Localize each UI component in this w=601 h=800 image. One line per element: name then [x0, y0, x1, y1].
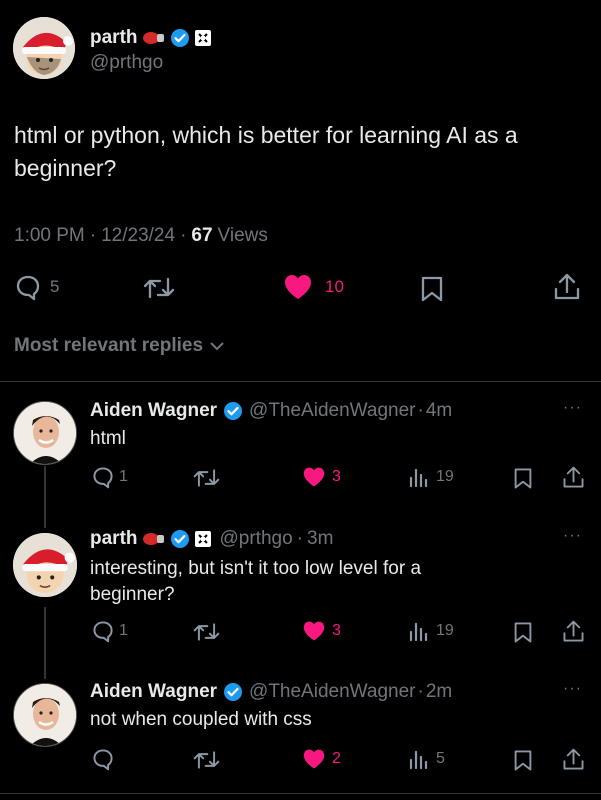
heart-filled-icon: [302, 620, 326, 642]
reply-count: 5: [50, 277, 60, 296]
more-options-icon[interactable]: ···: [563, 527, 582, 545]
like-count: 3: [332, 622, 341, 639]
chevron-down-icon: [209, 340, 225, 352]
divider: [0, 381, 601, 382]
heart-filled-icon: [302, 466, 326, 488]
reply-icon: [14, 273, 42, 301]
reply-button[interactable]: 1: [91, 465, 128, 489]
author-name[interactable]: parth: [90, 27, 138, 49]
meta-separator: ·: [180, 225, 187, 246]
views-count: 19: [436, 468, 454, 485]
tweet-meta: 1:00 PM · 12/23/24 · 67 Views: [14, 225, 268, 247]
heart-filled-icon: [302, 748, 326, 770]
tweet-date[interactable]: 12/23/24: [101, 225, 175, 247]
reply-avatar[interactable]: [13, 683, 77, 747]
reply-icon: [91, 619, 115, 643]
retweet-button[interactable]: [193, 467, 220, 489]
like-count: 2: [332, 750, 341, 767]
reply-icon: [93, 749, 113, 771]
verified-badge-icon: [170, 28, 190, 48]
reply-text: html: [90, 428, 126, 449]
meta-separator: ·: [417, 400, 424, 421]
reply-author-handle[interactable]: @TheAidenWagner: [249, 400, 415, 422]
views-button[interactable]: 19: [408, 466, 454, 488]
views-count: 67: [191, 225, 213, 246]
thread-line: [44, 466, 46, 528]
analytics-icon: [408, 466, 430, 488]
views-button[interactable]: 19: [408, 620, 454, 642]
like-button[interactable]: 2: [302, 748, 341, 770]
affiliate-x-badge-icon: [194, 530, 212, 548]
reply-avatar[interactable]: [13, 401, 77, 465]
like-count: 3: [332, 468, 341, 485]
reply-age[interactable]: 4m: [426, 400, 452, 422]
reply-count: 1: [119, 622, 128, 639]
reply-icon: [91, 465, 115, 489]
divider: [0, 793, 601, 794]
reply-author-name[interactable]: Aiden Wagner: [90, 400, 217, 422]
reply-text-line: beginner?: [90, 584, 175, 605]
share-button[interactable]: [553, 272, 581, 302]
bookmark-button[interactable]: [513, 467, 533, 490]
reply-age[interactable]: 2m: [426, 681, 452, 703]
retweet-button[interactable]: [193, 749, 220, 771]
views-count: 5: [436, 750, 445, 767]
views-label: Views: [217, 225, 268, 246]
reply-author-handle[interactable]: @prthgo: [220, 528, 293, 550]
reply-author-handle[interactable]: @TheAidenWagner: [249, 681, 415, 703]
tweet-time[interactable]: 1:00 PM: [14, 225, 85, 247]
author-avatar[interactable]: [13, 17, 75, 79]
affiliate-x-badge-icon: [194, 29, 212, 47]
heart-filled-icon: [283, 273, 313, 301]
reply-button[interactable]: 5: [14, 273, 59, 301]
author-handle[interactable]: @prthgo: [90, 52, 163, 74]
reply-author-name[interactable]: Aiden Wagner: [90, 681, 217, 703]
share-button[interactable]: [562, 747, 585, 772]
reply-author-name[interactable]: parth: [90, 528, 138, 550]
views-count: 19: [436, 622, 454, 639]
more-options-icon[interactable]: ···: [563, 399, 582, 417]
replies-sort-label: Most relevant replies: [14, 335, 204, 356]
bookmark-button[interactable]: [513, 621, 533, 644]
reply-avatar[interactable]: [13, 533, 77, 597]
bookmark-button[interactable]: [420, 275, 444, 303]
boxing-glove-icon: [142, 532, 166, 546]
share-button[interactable]: [562, 619, 585, 644]
thread-line: [44, 607, 46, 679]
reply-text: interesting, but isn't it too low level …: [90, 556, 421, 608]
verified-badge-icon: [223, 401, 243, 421]
analytics-icon: [408, 620, 430, 642]
like-button[interactable]: 3: [302, 466, 341, 488]
replies-sort-dropdown[interactable]: Most relevant replies: [14, 335, 225, 357]
like-button[interactable]: 3: [302, 620, 341, 642]
meta-separator: ·: [296, 528, 303, 549]
verified-badge-icon: [170, 529, 190, 549]
reply-button[interactable]: [91, 747, 115, 771]
reply-text: not when coupled with css: [90, 709, 312, 730]
verified-badge-icon: [223, 682, 243, 702]
reply-age[interactable]: 3m: [307, 528, 333, 550]
more-options-icon[interactable]: ···: [563, 680, 582, 698]
meta-separator: ·: [417, 681, 424, 702]
retweet-button[interactable]: [193, 621, 220, 643]
retweet-button[interactable]: [143, 275, 175, 301]
share-button[interactable]: [562, 465, 585, 490]
reply-text-line: interesting, but isn't it too low level …: [90, 558, 422, 579]
reply-count: 1: [119, 468, 128, 485]
tweet-text: html or python, which is better for lear…: [14, 122, 518, 181]
reply-button[interactable]: 1: [91, 619, 128, 643]
meta-separator: ·: [89, 225, 97, 246]
like-count: 10: [325, 277, 344, 296]
boxing-glove-icon: [142, 31, 166, 45]
views-button[interactable]: 5: [408, 748, 445, 770]
like-button[interactable]: 10: [283, 273, 344, 301]
bookmark-button[interactable]: [513, 749, 533, 772]
analytics-icon: [408, 748, 430, 770]
